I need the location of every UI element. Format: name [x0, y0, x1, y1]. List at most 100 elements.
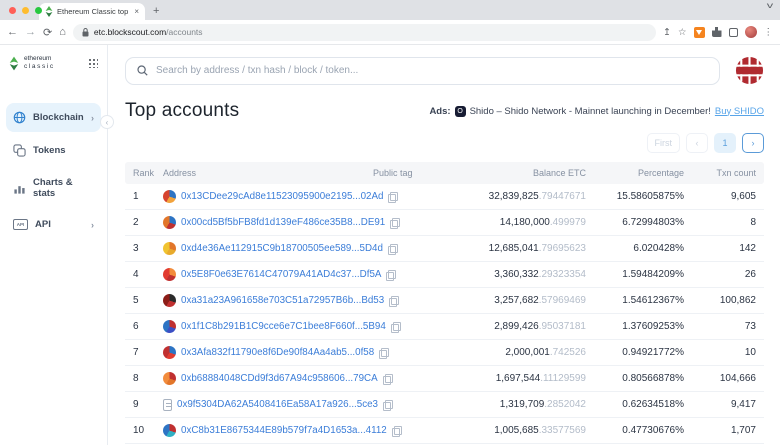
back-icon[interactable]: ←	[7, 26, 18, 38]
buy-shido-link[interactable]: Buy SHIDO	[715, 106, 764, 117]
header-percentage: Percentage	[586, 168, 684, 178]
copy-icon[interactable]	[392, 426, 401, 436]
balance-cell: 1,005,685.33577569	[446, 425, 586, 436]
txn-count-cell: 9,417	[684, 399, 756, 410]
address-link[interactable]: 0xC8b31E8675344E89b579f7a4D1653a...4112	[181, 425, 387, 436]
sidebar-item-label: API	[35, 219, 51, 230]
copy-icon[interactable]	[388, 244, 397, 254]
chevron-right-icon: ›	[91, 113, 94, 123]
address-cell: 0x00cd5Bf5bFB8fd1d139eF486ce35B8...DE91	[163, 216, 373, 229]
sidebar-item-tokens[interactable]: Tokens	[6, 136, 101, 165]
copy-icon[interactable]	[386, 270, 395, 280]
pagination-prev-button[interactable]: ‹	[686, 133, 708, 153]
table-header-row: Rank Address Public tag Balance ETC Perc…	[125, 162, 764, 184]
coins-icon	[13, 144, 26, 157]
sidebar-menu: Blockchain › Tokens Charts & stats	[0, 103, 107, 238]
url-bar[interactable]: etc.blockscout.com/accounts	[73, 24, 656, 41]
address-cell: 0xa31a23A961658e703C51a72957B6b...Bd53	[163, 294, 373, 307]
shido-ad-icon: O	[455, 106, 466, 117]
sidebar-item-blockchain[interactable]: Blockchain ›	[6, 103, 101, 132]
sidebar-item-charts-stats[interactable]: Charts & stats	[6, 169, 101, 207]
percentage-cell: 6.72994803%	[586, 217, 684, 228]
forward-icon[interactable]: →	[25, 26, 36, 38]
contract-icon	[163, 399, 172, 411]
address-cell: 0x5E8F0e63E7614C47079A41AD4c37...Df5A	[163, 268, 373, 281]
tab-close-icon[interactable]: ×	[134, 7, 139, 16]
pagination-next-button[interactable]: ›	[742, 133, 764, 153]
copy-icon[interactable]	[390, 218, 399, 228]
table-row: 2 0x00cd5Bf5bFB8fd1d139eF486ce35B8...DE9…	[125, 210, 764, 236]
pagination-first-button[interactable]: First	[647, 133, 681, 153]
address-identicon	[163, 242, 176, 255]
extensions-puzzle-icon[interactable]	[712, 27, 722, 37]
browser-menu-icon[interactable]: ⋮	[764, 27, 774, 38]
home-icon[interactable]: ⌂	[59, 26, 66, 38]
sidebar-collapse-button[interactable]: ‹	[100, 115, 114, 129]
address-identicon	[163, 190, 176, 203]
sidebar-item-label: Charts & stats	[33, 177, 94, 199]
bookmark-star-icon[interactable]: ☆	[678, 27, 687, 38]
address-link[interactable]: 0xa31a23A961658e703C51a72957B6b...Bd53	[181, 295, 384, 306]
address-link[interactable]: 0x3Afa832f11790e8f6De90f84Aa4ab5...0f58	[181, 347, 374, 358]
window-controls[interactable]	[9, 7, 42, 14]
close-window-button[interactable]	[9, 7, 16, 14]
apps-grid-icon[interactable]	[88, 58, 98, 68]
txn-count-cell: 100,862	[684, 295, 756, 306]
copy-icon[interactable]	[383, 374, 392, 384]
percentage-cell: 1.54612367%	[586, 295, 684, 306]
address-link[interactable]: 0x13CDee29cAd8e11523095900e2195...02Ad	[181, 191, 383, 202]
share-icon[interactable]: ↥	[663, 27, 671, 38]
address-cell: 0xb68884048CDd9f3d67A94c958606...79CA	[163, 372, 373, 385]
header-rank: Rank	[133, 168, 163, 178]
copy-icon[interactable]	[391, 322, 400, 332]
sidebar-item-label: Blockchain	[33, 112, 84, 123]
copy-icon[interactable]	[379, 348, 388, 358]
address-link[interactable]: 0x1f1C8b291B1C9cce6e7C1bee8F660f...5B94	[181, 321, 386, 332]
sidebar-item-api[interactable]: API API ›	[6, 211, 101, 238]
balance-cell: 12,685,041.79695623	[446, 243, 586, 254]
balance-cell: 1,319,709.2852042	[446, 399, 586, 410]
tab-title: Ethereum Classic top account	[57, 7, 130, 16]
address-link[interactable]: 0x00cd5Bf5bFB8fd1d139eF486ce35B8...DE91	[181, 217, 385, 228]
txn-count-cell: 26	[684, 269, 756, 280]
maximize-window-button[interactable]	[35, 7, 42, 14]
percentage-cell: 1.59484209%	[586, 269, 684, 280]
metamask-extension-icon[interactable]	[694, 27, 705, 38]
page-title: Top accounts	[125, 100, 239, 122]
new-tab-button[interactable]: +	[153, 3, 159, 20]
rank-cell: 10	[133, 425, 163, 436]
copy-icon[interactable]	[388, 192, 397, 202]
profile-avatar[interactable]	[745, 26, 757, 38]
reload-icon[interactable]: ⟳	[43, 26, 52, 39]
txn-count-cell: 10	[684, 347, 756, 358]
browser-tabstrip: Ethereum Classic top account × + v	[0, 0, 780, 20]
txn-count-cell: 104,666	[684, 373, 756, 384]
header-balance: Balance ETC	[446, 168, 586, 178]
copy-icon[interactable]	[383, 400, 392, 410]
browser-tab[interactable]: Ethereum Classic top account ×	[39, 3, 145, 20]
percentage-cell: 0.80566878%	[586, 373, 684, 384]
percentage-cell: 6.020428%	[586, 243, 684, 254]
txn-count-cell: 73	[684, 321, 756, 332]
address-identicon	[163, 424, 176, 437]
side-panel-icon[interactable]	[729, 28, 738, 37]
search-input[interactable]: Search by address / txn hash / block / t…	[125, 57, 720, 85]
address-cell: 0x13CDee29cAd8e11523095900e2195...02Ad	[163, 190, 373, 203]
rank-cell: 1	[133, 191, 163, 202]
chevron-down-icon[interactable]: v	[767, 1, 773, 10]
table-row: 4 0x5E8F0e63E7614C47079A41AD4c37...Df5A …	[125, 262, 764, 288]
ads-text: Shido – Shido Network - Mainnet launchin…	[470, 106, 711, 117]
txn-count-cell: 1,707	[684, 425, 756, 436]
address-link[interactable]: 0xd4e36Ae112915C9b18700505ee589...5D4d	[181, 243, 383, 254]
site-logo-text: ethereum classic	[24, 55, 55, 71]
address-link[interactable]: 0xb68884048CDd9f3d67A94c958606...79CA	[181, 373, 378, 384]
url-path: /accounts	[166, 27, 202, 37]
table-row: 8 0xb68884048CDd9f3d67A94c958606...79CA …	[125, 366, 764, 392]
address-link[interactable]: 0x5E8F0e63E7614C47079A41AD4c37...Df5A	[181, 269, 381, 280]
rank-cell: 4	[133, 269, 163, 280]
copy-icon[interactable]	[389, 296, 398, 306]
address-link[interactable]: 0x9f5304DA62A5408416Ea58A17a926...5ce3	[177, 399, 378, 410]
site-logo-row[interactable]: ethereum classic	[0, 55, 107, 71]
minimize-window-button[interactable]	[22, 7, 29, 14]
address-identicon	[163, 372, 176, 385]
